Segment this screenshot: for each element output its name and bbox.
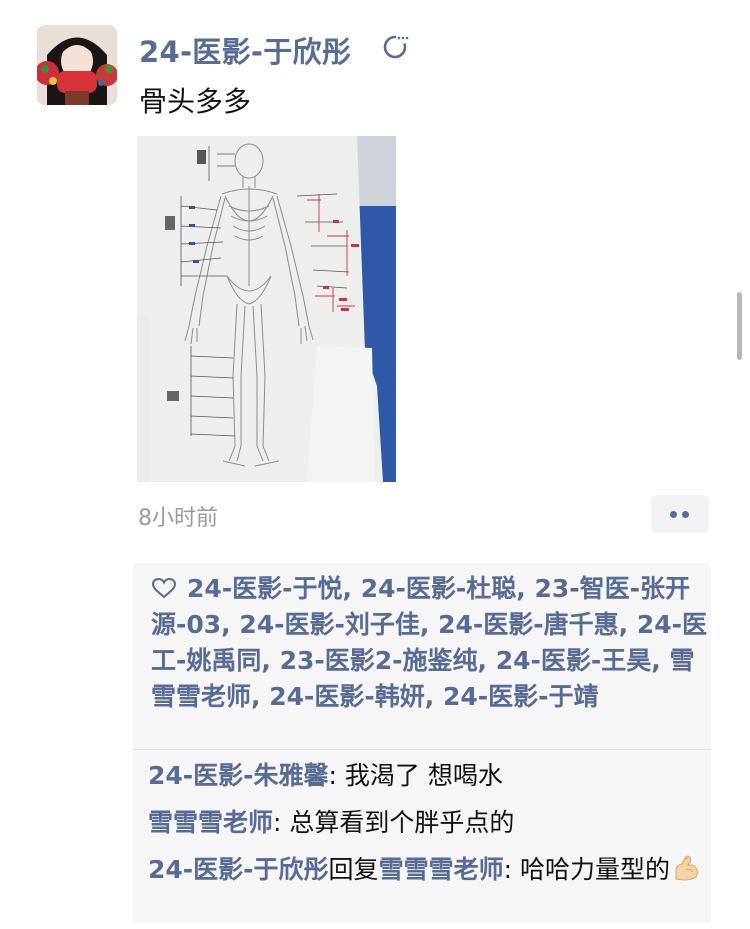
- comment-separator: :: [328, 761, 345, 790]
- more-dots-icon: [670, 511, 677, 518]
- comment-item[interactable]: 24-医影-朱雅馨: 我渴了 想喝水: [148, 758, 708, 794]
- avatar[interactable]: [37, 25, 117, 105]
- avatar-image: [37, 25, 117, 105]
- comment-item[interactable]: 雪雪雪老师: 总算看到个胖乎点的: [148, 805, 708, 841]
- post-image[interactable]: [137, 136, 396, 482]
- likes-names[interactable]: 24-医影-于悦, 24-医影-杜聪, 23-智医-张开源-03, 24-医影-…: [151, 574, 707, 711]
- scrollbar[interactable]: [737, 292, 742, 360]
- comment-text: 总算看到个胖乎点的: [289, 808, 515, 837]
- interaction-panel: 24-医影-于悦, 24-医影-杜聪, 23-智医-张开源-03, 24-医影-…: [133, 563, 711, 923]
- post-text: 骨头多多: [139, 85, 252, 118]
- reply-word: 回复: [328, 855, 379, 884]
- likes-list: 24-医影-于悦, 24-医影-杜聪, 23-智医-张开源-03, 24-医影-…: [151, 571, 711, 715]
- comment-separator: :: [503, 855, 520, 884]
- post-timestamp: 8小时前: [138, 506, 218, 531]
- comment-author[interactable]: 雪雪雪老师: [148, 808, 273, 837]
- reply-target[interactable]: 雪雪雪老师: [379, 855, 504, 884]
- divider: [133, 749, 711, 750]
- comment-author[interactable]: 24-医影-朱雅馨: [148, 761, 329, 790]
- comment-text: 我渴了 想喝水: [344, 761, 503, 790]
- comment-item[interactable]: 24-医影-于欣彤回复雪雪雪老师: 哈哈力量型的: [148, 852, 708, 888]
- author-name[interactable]: 24-医影-于欣彤: [139, 29, 351, 71]
- more-dots-icon: [682, 511, 689, 518]
- comment-separator: :: [273, 808, 290, 837]
- status-ring-icon[interactable]: [383, 32, 411, 60]
- comment-text: 哈哈力量型的: [519, 855, 670, 884]
- heart-icon: [151, 577, 177, 599]
- more-actions-button[interactable]: [651, 495, 709, 533]
- flexed-biceps-emoji: [675, 855, 698, 881]
- skeleton-drawing-image: [137, 136, 396, 482]
- comment-author[interactable]: 24-医影-于欣彤: [148, 855, 329, 884]
